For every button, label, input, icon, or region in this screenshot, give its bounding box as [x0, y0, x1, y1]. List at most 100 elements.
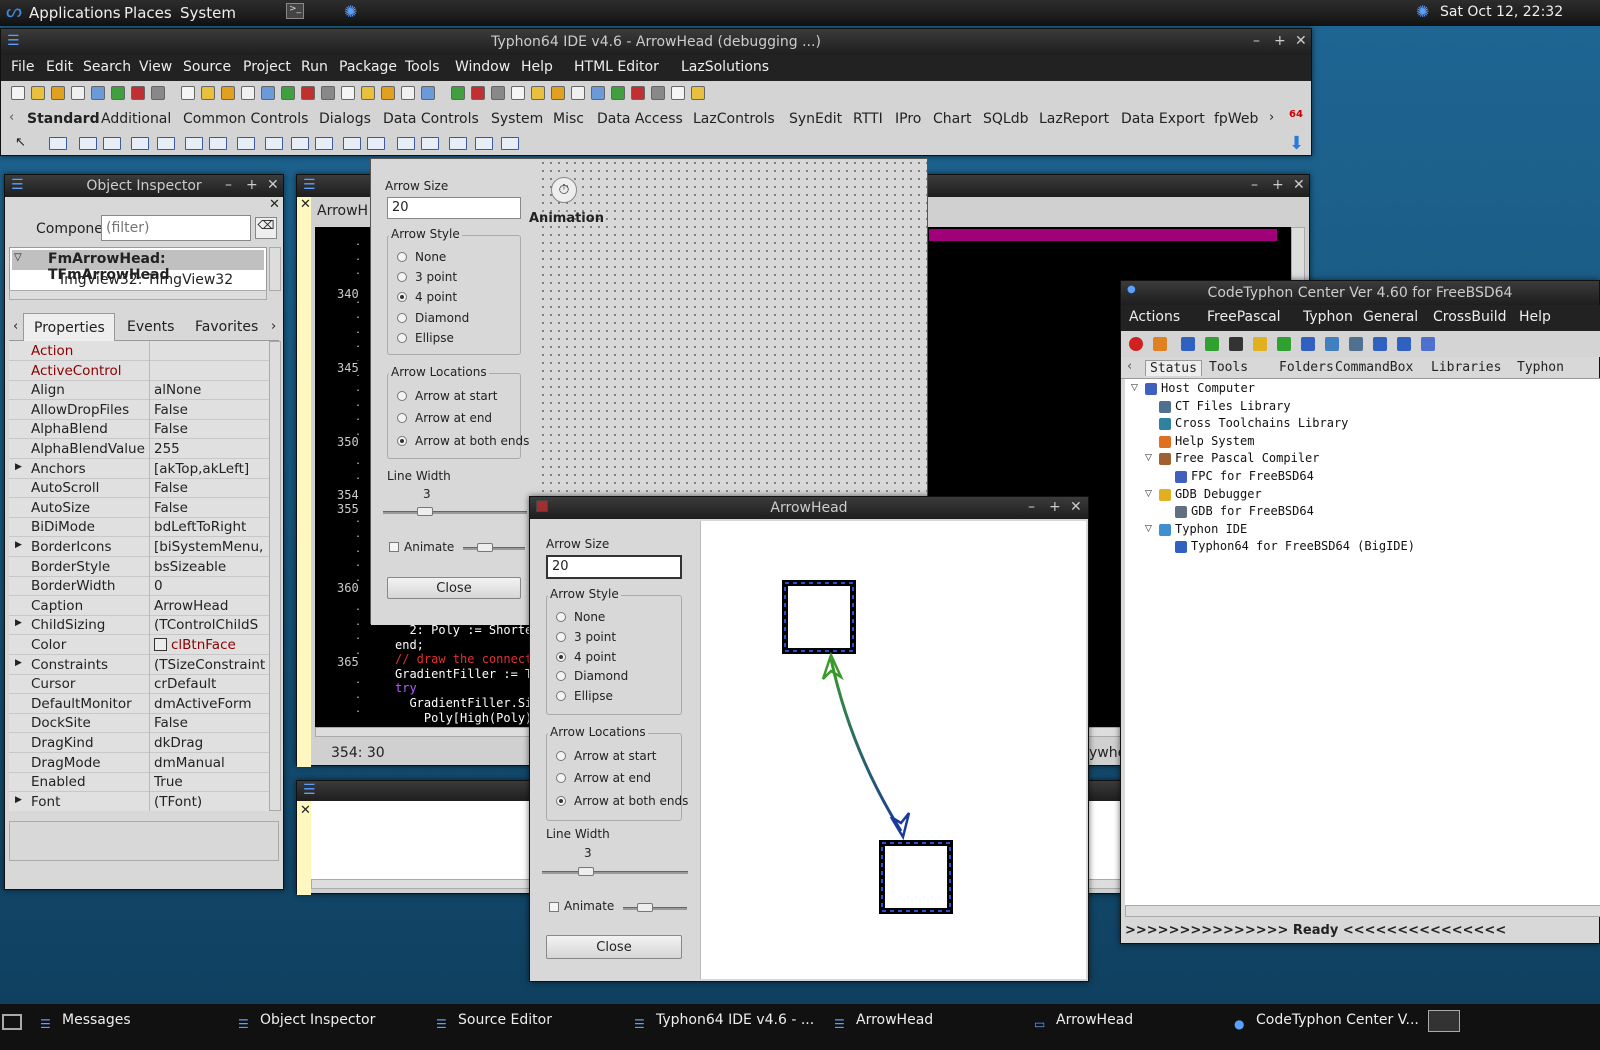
code-line[interactable]: // draw the connecti: [395, 652, 540, 667]
ctc-menu-crossbuild[interactable]: CrossBuild: [1433, 309, 1507, 325]
property-row[interactable]: DockSite False: [9, 713, 269, 734]
toolbar-button-icon[interactable]: [511, 86, 525, 100]
ctc-tree-item[interactable]: Host Computer: [1161, 381, 1255, 395]
ctc-toolbar-icon[interactable]: [1205, 337, 1219, 351]
ctc-menu-help[interactable]: Help: [1519, 309, 1551, 325]
oi-tabs-right-icon[interactable]: ›: [271, 319, 276, 334]
toolbar-button-icon[interactable]: [551, 86, 565, 100]
toolbar-button-icon[interactable]: [531, 86, 545, 100]
toolbar-button-icon[interactable]: [651, 86, 665, 100]
toolbar-button-icon[interactable]: [71, 86, 85, 100]
designer-style-radio[interactable]: Diamond: [397, 311, 469, 325]
property-value[interactable]: bdLeftToRight: [154, 519, 246, 535]
toolbar-button-icon[interactable]: [421, 86, 435, 100]
se-minimize-icon[interactable]: –: [1251, 177, 1258, 193]
menu-window[interactable]: Window: [455, 59, 510, 75]
palette-tab-chart[interactable]: Chart: [933, 111, 971, 127]
menu-applications[interactable]: Applications: [29, 4, 121, 22]
toolbar-button-icon[interactable]: [341, 86, 355, 100]
code-line[interactable]: end;: [395, 638, 540, 653]
toolbar-button-icon[interactable]: [241, 86, 255, 100]
pointer-tool-icon[interactable]: ↖: [15, 135, 26, 150]
tree-hscrollbar[interactable]: [9, 290, 267, 300]
component-icon[interactable]: [315, 137, 333, 150]
toolbar-button-icon[interactable]: [51, 86, 65, 100]
toolbar-button-icon[interactable]: [281, 86, 295, 100]
code-line[interactable]: GradientFiller := Tl: [395, 667, 540, 682]
terminal-launcher-icon[interactable]: >_: [286, 3, 304, 19]
menu-project[interactable]: Project: [243, 59, 291, 75]
property-value[interactable]: [akTop,akLeft]: [154, 461, 249, 477]
component-icon[interactable]: [103, 137, 121, 150]
property-row[interactable]: ▶ Constraints (TSizeConstraint: [9, 654, 269, 675]
tree-item-imgview[interactable]: ImgView32: TImgView32: [60, 272, 233, 288]
designer-style-radio[interactable]: Ellipse: [397, 331, 454, 345]
designer-arrow-size-input[interactable]: 20: [387, 197, 521, 219]
ctc-tab-tools[interactable]: Tools: [1209, 360, 1248, 375]
designer-style-radio[interactable]: None: [397, 250, 446, 264]
property-row[interactable]: BorderWidth 0: [9, 576, 269, 597]
expand-arrow-icon[interactable]: ▶: [15, 618, 22, 628]
toolbar-button-icon[interactable]: [131, 86, 145, 100]
menu-help[interactable]: Help: [521, 59, 553, 75]
toolbar-button-icon[interactable]: [151, 86, 165, 100]
minimize-icon[interactable]: –: [1253, 33, 1260, 49]
arrow-size-input[interactable]: 20: [546, 555, 682, 579]
ctc-tab-folders[interactable]: Folders: [1279, 360, 1334, 375]
typhon-launcher-icon[interactable]: ✺: [344, 2, 357, 21]
property-row[interactable]: DragKind dkDrag: [9, 733, 269, 753]
se-close-icon[interactable]: ✕: [1293, 177, 1305, 193]
component-icon[interactable]: [291, 137, 309, 150]
property-value[interactable]: [biSystemMenu,: [154, 539, 263, 555]
ctc-tree-item[interactable]: FPC for FreeBSD64: [1191, 469, 1314, 483]
timer-icon[interactable]: ⏱: [551, 177, 577, 203]
ctc-tree-item[interactable]: Help System: [1175, 434, 1254, 448]
ctc-toolbar-icon[interactable]: [1373, 337, 1387, 351]
property-vscrollbar[interactable]: [269, 341, 281, 811]
property-value[interactable]: (TFont): [154, 794, 202, 810]
arrow-style-radio[interactable]: Ellipse: [556, 689, 613, 703]
property-value[interactable]: False: [154, 402, 188, 418]
menu-edit[interactable]: Edit: [46, 59, 73, 75]
ctc-toolbar-icon[interactable]: [1253, 337, 1267, 351]
palette-tab-sqldb[interactable]: SQLdb: [983, 111, 1028, 127]
palette-tab-fpweb[interactable]: fpWeb: [1214, 111, 1258, 127]
property-value[interactable]: dmManual: [154, 755, 225, 771]
taskbar-item[interactable]: ArrowHead: [1056, 1012, 1133, 1028]
ctc-toolbar-icon[interactable]: [1153, 337, 1167, 351]
property-row[interactable]: AlphaBlendValue 255: [9, 439, 269, 459]
toolbar-button-icon[interactable]: [591, 86, 605, 100]
toolbar-button-icon[interactable]: [491, 86, 505, 100]
ctc-toolbar-icon[interactable]: [1349, 337, 1363, 351]
speed-slider[interactable]: [623, 907, 687, 910]
taskbar-item[interactable]: Source Editor: [458, 1012, 552, 1028]
ctc-tree-item[interactable]: GDB for FreeBSD64: [1191, 504, 1314, 518]
tabs-right-arrow-icon[interactable]: ›: [1269, 110, 1274, 125]
property-row[interactable]: ▶ Font (TFont): [9, 791, 269, 811]
se-maximize-icon[interactable]: +: [1272, 177, 1284, 193]
menu-view[interactable]: View: [139, 59, 172, 75]
close-button[interactable]: Close: [546, 935, 682, 959]
taskbar-item[interactable]: ArrowHead: [856, 1012, 933, 1028]
toolbar-button-icon[interactable]: [631, 86, 645, 100]
property-value[interactable]: (TSizeConstraint: [154, 657, 265, 673]
component-icon[interactable]: [265, 137, 283, 150]
toolbar-button-icon[interactable]: [321, 86, 335, 100]
component-icon[interactable]: [49, 137, 67, 150]
property-value[interactable]: False: [154, 421, 188, 437]
download-arrow-icon[interactable]: ⬇: [1289, 133, 1304, 154]
palette-tab-system[interactable]: System: [491, 111, 543, 127]
radio-icon[interactable]: [397, 292, 407, 303]
oi-close-icon[interactable]: ✕: [267, 177, 279, 193]
radio-icon[interactable]: [556, 671, 566, 682]
palette-tab-lazcontrols[interactable]: LazControls: [693, 111, 775, 127]
menu-file[interactable]: File: [11, 59, 34, 75]
ctc-toolbar-icon[interactable]: [1181, 337, 1195, 351]
oi-panel-close-icon[interactable]: ✕: [269, 197, 280, 212]
ah-minimize-icon[interactable]: –: [1028, 499, 1035, 515]
component-icon[interactable]: [501, 137, 519, 150]
menu-source[interactable]: Source: [183, 59, 231, 75]
toolbar-button-icon[interactable]: [451, 86, 465, 100]
toolbar-button-icon[interactable]: [671, 86, 685, 100]
ctc-tab-status[interactable]: Status: [1145, 360, 1202, 376]
